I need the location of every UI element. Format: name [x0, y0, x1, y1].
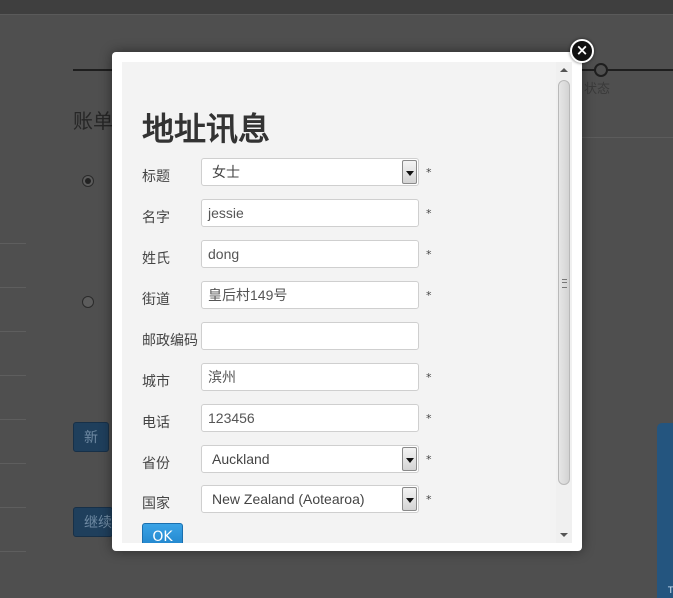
side-feedback-tab[interactable]: T [657, 423, 673, 598]
salutation-select[interactable]: 女士 [201, 158, 419, 186]
chevron-down-icon [402, 447, 417, 471]
address-radio-option[interactable] [82, 296, 94, 308]
phone-field[interactable]: 123456 [201, 404, 419, 432]
form-scrollbar[interactable] [556, 62, 572, 543]
first-name-field[interactable]: jessie [201, 199, 419, 227]
scroll-up-arrow-icon[interactable] [560, 68, 568, 72]
phone-label: 电话 [142, 415, 170, 431]
salutation-selected-value: 女士 [212, 164, 240, 180]
billing-heading: 账单 [73, 109, 113, 133]
scrollbar-thumb[interactable] [558, 80, 570, 485]
required-marker: * [426, 248, 432, 261]
address-modal: 地址讯息 标题 女士 * 名字 jessie * 姓氏 dong * 街道 皇后… [112, 52, 582, 551]
first-name-label: 名字 [142, 210, 170, 226]
address-radio-selected[interactable] [82, 175, 94, 187]
chevron-down-icon [402, 487, 417, 511]
chevron-down-icon [402, 160, 417, 184]
address-form: 地址讯息 标题 女士 * 名字 jessie * 姓氏 dong * 街道 皇后… [122, 62, 572, 543]
required-marker: * [426, 207, 432, 220]
required-marker: * [426, 166, 432, 179]
province-label: 省份 [142, 456, 170, 472]
street-field[interactable]: 皇后村149号 [201, 281, 419, 309]
background-list [0, 200, 26, 552]
continue-button[interactable]: 继续 [73, 507, 113, 537]
required-marker: * [426, 493, 432, 506]
last-name-field[interactable]: dong [201, 240, 419, 268]
province-select[interactable]: Auckland [201, 445, 419, 473]
background-top-bar [0, 0, 673, 15]
form-title: 地址讯息 [142, 110, 271, 148]
city-field[interactable]: 滨州 [201, 363, 419, 391]
ok-button[interactable]: OK [142, 523, 183, 543]
section-divider [573, 137, 673, 138]
progress-step-label: 状态 [584, 82, 611, 97]
city-label: 城市 [142, 374, 170, 390]
last-name-label: 姓氏 [142, 251, 170, 267]
postcode-field[interactable] [201, 322, 419, 350]
country-selected-value: New Zealand (Aotearoa) [212, 491, 365, 507]
new-address-button[interactable]: 新 [73, 422, 109, 452]
province-selected-value: Auckland [212, 451, 270, 467]
country-label: 国家 [142, 496, 170, 512]
postcode-label: 邮政编码 [142, 333, 198, 349]
grip-icon [562, 279, 567, 288]
country-select[interactable]: New Zealand (Aotearoa) [201, 485, 419, 513]
required-marker: * [426, 289, 432, 302]
salutation-label: 标题 [142, 169, 170, 185]
scroll-down-arrow-icon[interactable] [560, 533, 568, 537]
close-icon[interactable]: × [570, 39, 594, 63]
required-marker: * [426, 371, 432, 384]
street-label: 街道 [142, 292, 170, 308]
required-marker: * [426, 453, 432, 466]
progress-step-dot [594, 63, 608, 77]
side-tab-label: T [668, 586, 673, 596]
required-marker: * [426, 412, 432, 425]
